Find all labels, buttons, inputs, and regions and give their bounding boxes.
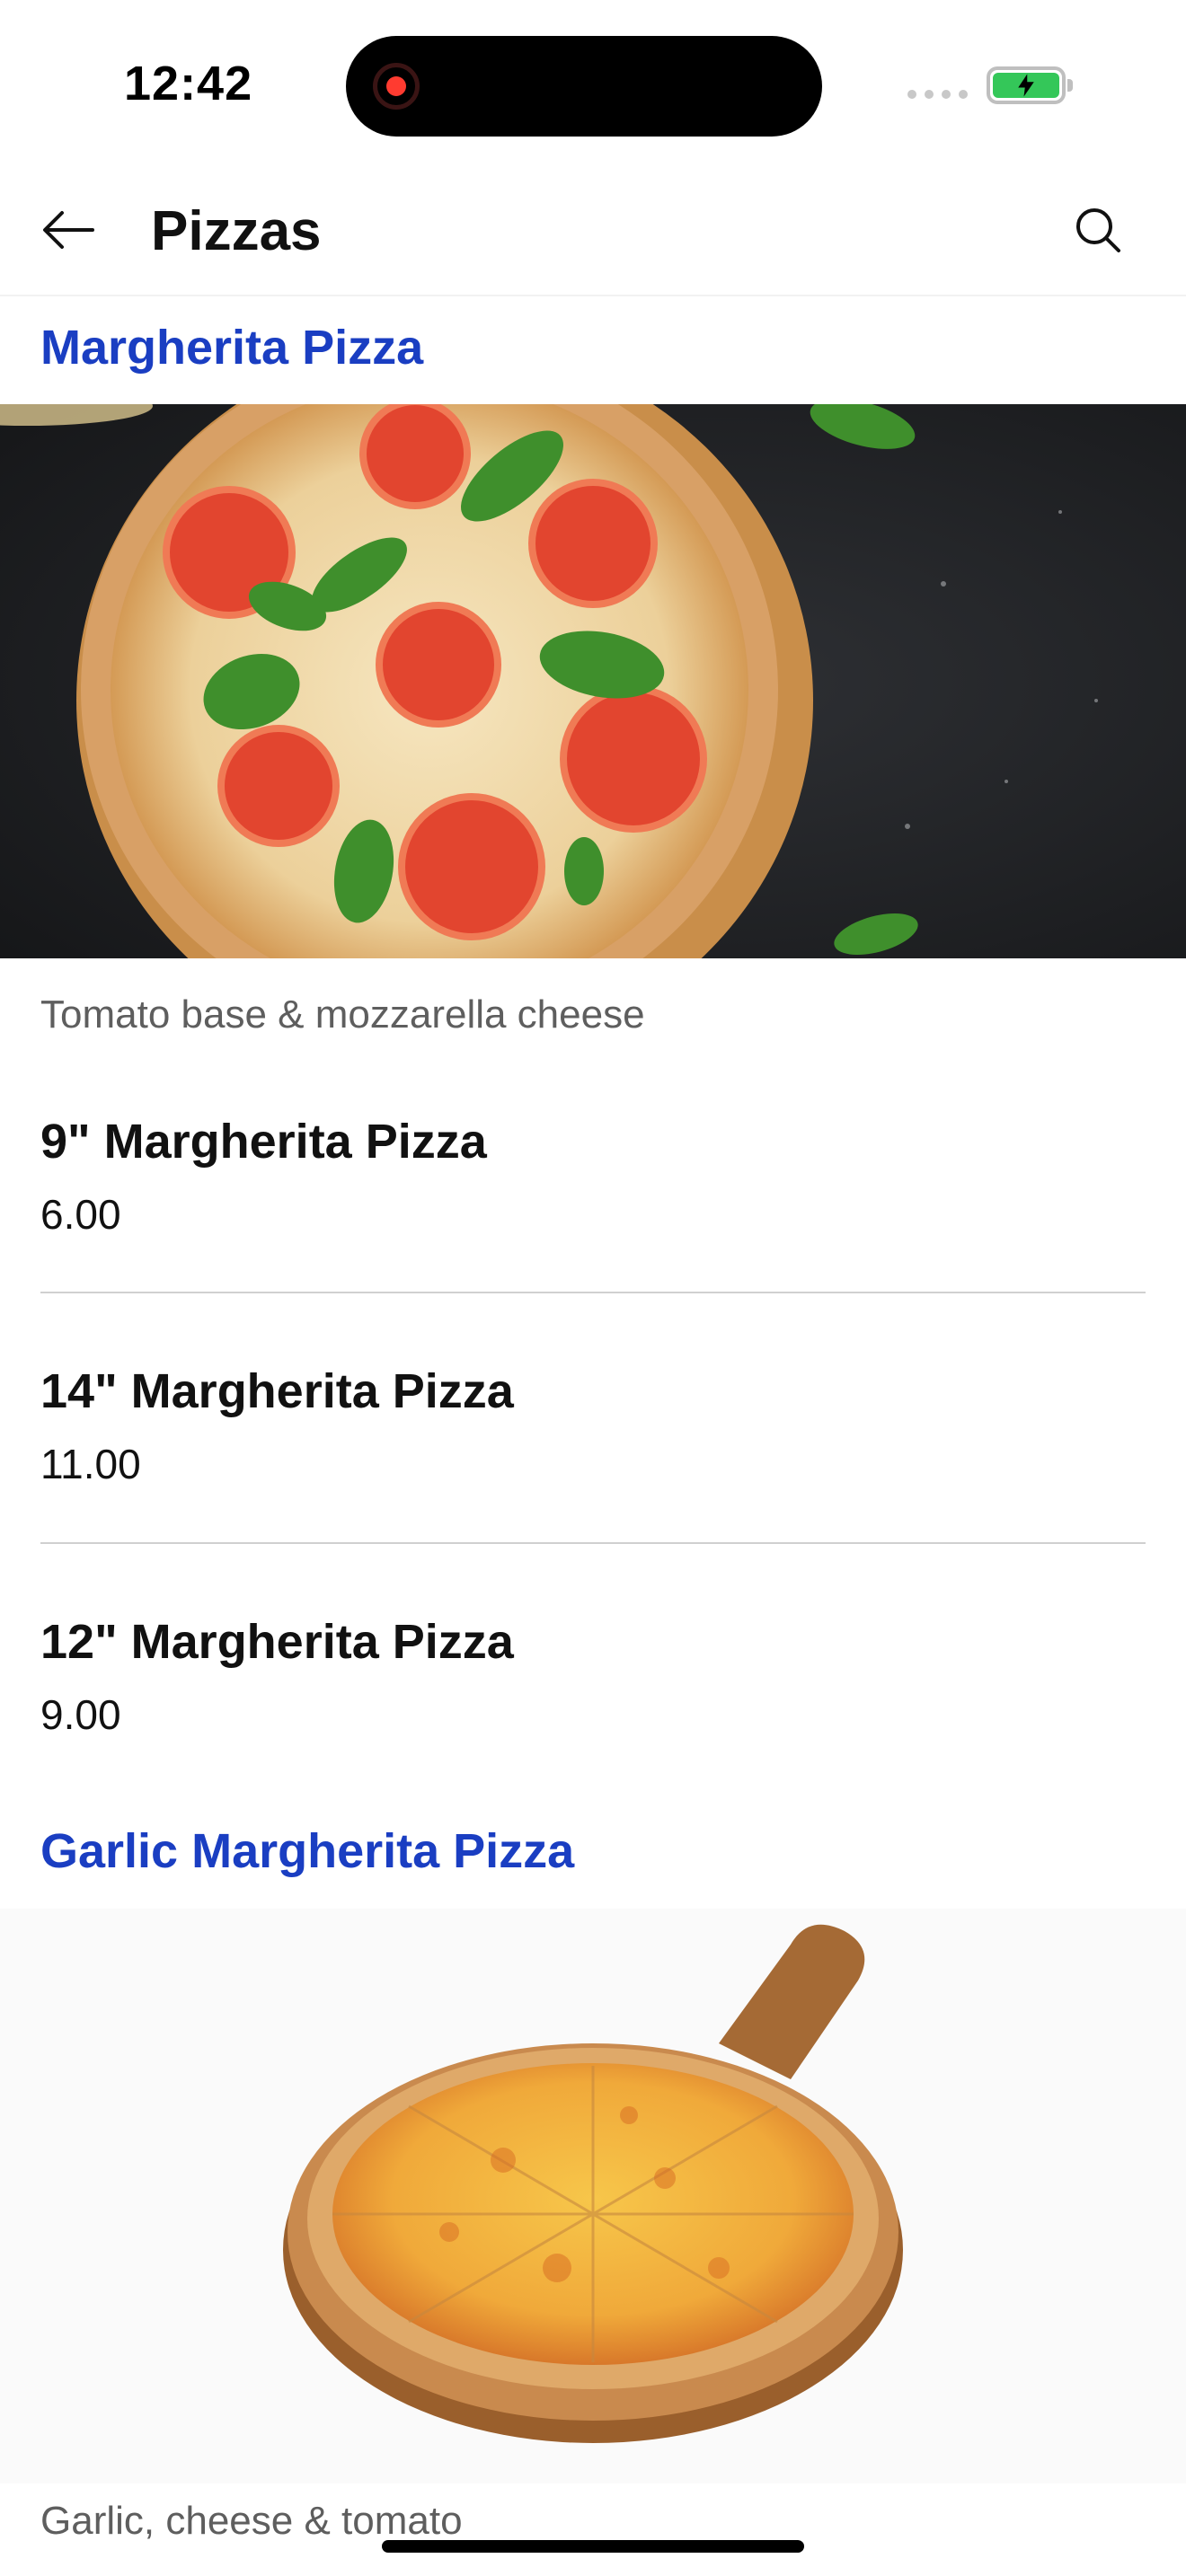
menu-item-name: 14" Margherita Pizza <box>40 1364 514 1418</box>
section-title-garlic-margherita: Garlic Margherita Pizza <box>40 1824 575 1878</box>
divider <box>40 1542 1146 1544</box>
section-description-garlic-margherita: Garlic, cheese & tomato <box>40 2499 463 2543</box>
app-header: Pizzas <box>0 171 1186 296</box>
dynamic-island <box>346 36 822 137</box>
battery-charging-icon <box>987 66 1073 104</box>
menu-item-price: 9.00 <box>40 1691 121 1738</box>
section-description-margherita: Tomato base & mozzarella cheese <box>40 992 645 1037</box>
section-title-margherita: Margherita Pizza <box>40 321 424 375</box>
menu-item-name: 12" Margherita Pizza <box>40 1615 514 1669</box>
status-bar: 12:42 <box>0 0 1186 171</box>
menu-item-name: 9" Margherita Pizza <box>40 1115 487 1169</box>
menu-item-price: 11.00 <box>40 1441 141 1487</box>
screen-recording-icon <box>373 63 420 110</box>
status-time: 12:42 <box>124 57 253 110</box>
home-indicator[interactable] <box>382 2540 804 2553</box>
garlic-margherita-pizza-image <box>0 1909 1186 2483</box>
margherita-pizza-image <box>0 404 1186 958</box>
back-arrow-icon[interactable] <box>36 198 101 262</box>
search-icon[interactable] <box>1066 198 1130 262</box>
page-title: Pizzas <box>151 200 322 262</box>
divider <box>40 1292 1146 1293</box>
menu-item-price: 6.00 <box>40 1191 121 1238</box>
signal-icon <box>907 90 968 99</box>
